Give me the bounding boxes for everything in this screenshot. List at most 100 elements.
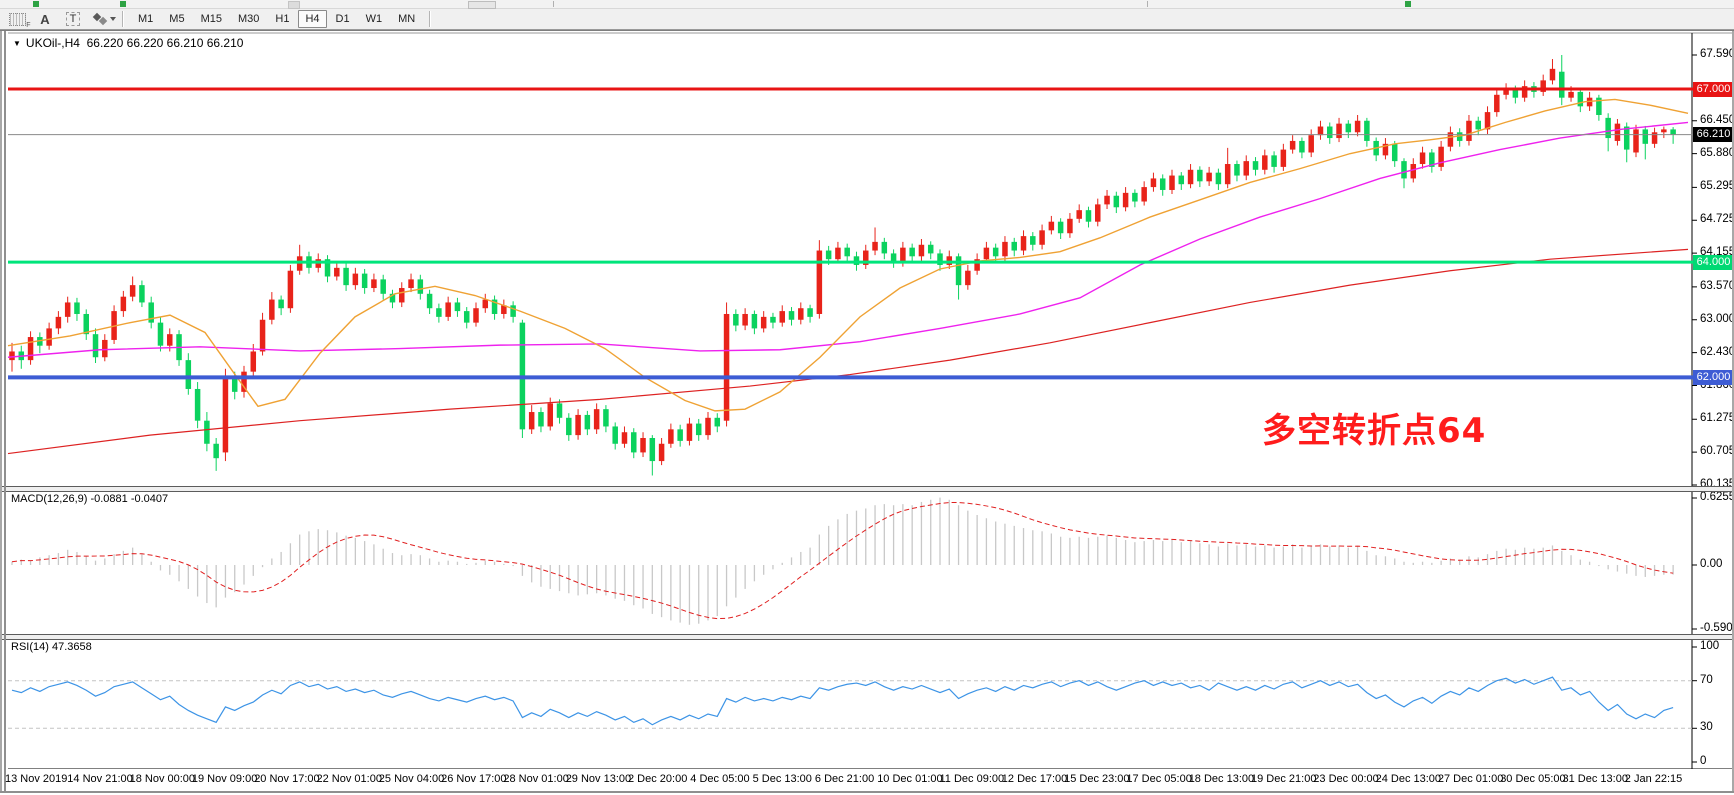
candle-body	[1336, 124, 1342, 138]
collapse-triangle-icon[interactable]: ▼	[13, 39, 21, 48]
candle-body	[668, 429, 674, 443]
candle-body	[1169, 176, 1175, 190]
chevron-down-icon[interactable]	[110, 17, 116, 21]
toolbar-fragment	[288, 1, 300, 9]
candle-body	[872, 242, 878, 251]
candle-body	[455, 302, 461, 311]
candle-body	[130, 285, 136, 297]
timeframe-button-d1[interactable]: D1	[329, 10, 357, 28]
candle-body	[900, 248, 906, 262]
candle-body	[445, 302, 451, 316]
macd-tick-label: -0.5903	[1700, 622, 1734, 634]
candle-body	[1438, 147, 1444, 167]
candle-body	[28, 337, 33, 360]
candle-body	[557, 403, 563, 417]
timeframe-button-m1[interactable]: M1	[131, 10, 160, 28]
time-tick-label: 18 Nov 00:00	[130, 773, 195, 785]
timeframe-button-w1[interactable]: W1	[359, 10, 390, 28]
price-tick-label: 66.450	[1700, 114, 1734, 126]
candle-body	[65, 302, 71, 316]
candle-body	[1076, 210, 1082, 219]
toolbar-fragment	[120, 1, 126, 7]
chart-text-annotation[interactable]: 多空转折点64	[1262, 403, 1486, 452]
time-tick-label: 2 Dec 20:00	[628, 773, 687, 785]
candle-body	[585, 415, 591, 429]
pane-separator-macd[interactable]	[0, 486, 1734, 492]
price-tick-label: 64.725	[1700, 213, 1734, 225]
candle-body	[715, 418, 721, 427]
candle-body	[659, 444, 665, 461]
rsi-tick-label: 100	[1700, 640, 1734, 652]
timeframe-button-m15[interactable]: M15	[194, 10, 229, 28]
candle-body	[1225, 164, 1231, 184]
candle-body	[1114, 196, 1120, 208]
candle-body	[288, 271, 294, 308]
price-tick-label: 61.275	[1700, 412, 1734, 424]
candle-body	[575, 415, 581, 435]
time-tick-label: 22 Nov 01:00	[317, 773, 382, 785]
candle-body	[603, 409, 609, 426]
window-border-left-inner	[4, 31, 6, 793]
candle-body	[1216, 173, 1222, 185]
pane-separator-rsi[interactable]	[0, 634, 1734, 640]
candle-body	[807, 308, 813, 317]
candle-body	[1271, 155, 1277, 167]
timeframe-button-h1[interactable]: H1	[268, 10, 296, 28]
candle-body	[909, 248, 915, 257]
candle-body	[752, 314, 758, 328]
candle-body	[56, 317, 62, 329]
candle-body	[278, 300, 284, 309]
candle-body	[789, 311, 795, 320]
candle-body	[1411, 164, 1417, 178]
candle-body	[1141, 187, 1147, 201]
price-badge-67.000: 67.000	[1693, 82, 1734, 97]
time-tick-label: 2 Jan 22:15	[1625, 773, 1683, 785]
time-tick-label: 14 Nov 21:00	[67, 773, 132, 785]
time-tick-label: 31 Dec 13:00	[1563, 773, 1628, 785]
candle-body	[1253, 161, 1259, 170]
shapes-tool-icon[interactable]	[90, 11, 116, 27]
candle-body	[529, 412, 535, 429]
text-tool-icon[interactable]: T	[62, 11, 84, 27]
candle-body	[399, 288, 405, 302]
candle-body	[1095, 204, 1101, 221]
ohlc-values: 66.220 66.220 66.210 66.210	[87, 36, 244, 50]
price-tick-label: 60.705	[1700, 445, 1734, 457]
grid-tool-icon[interactable]: F	[6, 11, 28, 27]
candle-body	[371, 279, 377, 288]
candle-body	[594, 409, 600, 429]
chart-window[interactable]: ▼UKOil-,H4 66.220 66.220 66.210 66.210 M…	[0, 30, 1734, 795]
time-tick-label: 17 Dec 05:00	[1126, 773, 1191, 785]
candle-body	[1039, 230, 1045, 244]
candle-body	[1197, 170, 1203, 182]
symbol-period-label: UKOil-,H4	[26, 36, 80, 50]
window-border-left	[0, 31, 2, 793]
timeframe-button-h4[interactable]: H4	[298, 10, 326, 28]
candle-body	[46, 328, 52, 345]
candle-body	[93, 334, 99, 357]
time-tick-label: 27 Dec 01:00	[1438, 773, 1503, 785]
candle-body	[928, 245, 934, 254]
candle-body	[1401, 161, 1407, 178]
price-badge-66.210: 66.210	[1693, 127, 1734, 142]
mt4-window: F A T M1M5M15M30H1H4D1W1MN ▼ UKOil-,H4 66…	[0, 0, 1734, 795]
candle-body	[1160, 178, 1166, 190]
candle-body	[1661, 129, 1667, 132]
time-tick-label: 28 Nov 01:00	[503, 773, 568, 785]
candle-body	[1364, 121, 1370, 141]
candle-body	[83, 314, 89, 334]
timeframe-button-m5[interactable]: M5	[162, 10, 191, 28]
candle-body	[1067, 219, 1073, 233]
cursor-tool-icon[interactable]: A	[34, 11, 56, 27]
timeframe-button-mn[interactable]: MN	[391, 10, 422, 28]
timeframe-button-m30[interactable]: M30	[231, 10, 266, 28]
candle-body	[612, 426, 618, 443]
candle-body	[1346, 124, 1352, 133]
candle-body	[779, 311, 785, 323]
candle-body	[1466, 121, 1472, 141]
plot-background[interactable]	[8, 33, 1692, 769]
time-tick-label: 6 Dec 21:00	[815, 773, 874, 785]
candle-body	[1327, 127, 1333, 139]
candle-body	[1299, 141, 1305, 153]
candle-body	[919, 245, 925, 257]
